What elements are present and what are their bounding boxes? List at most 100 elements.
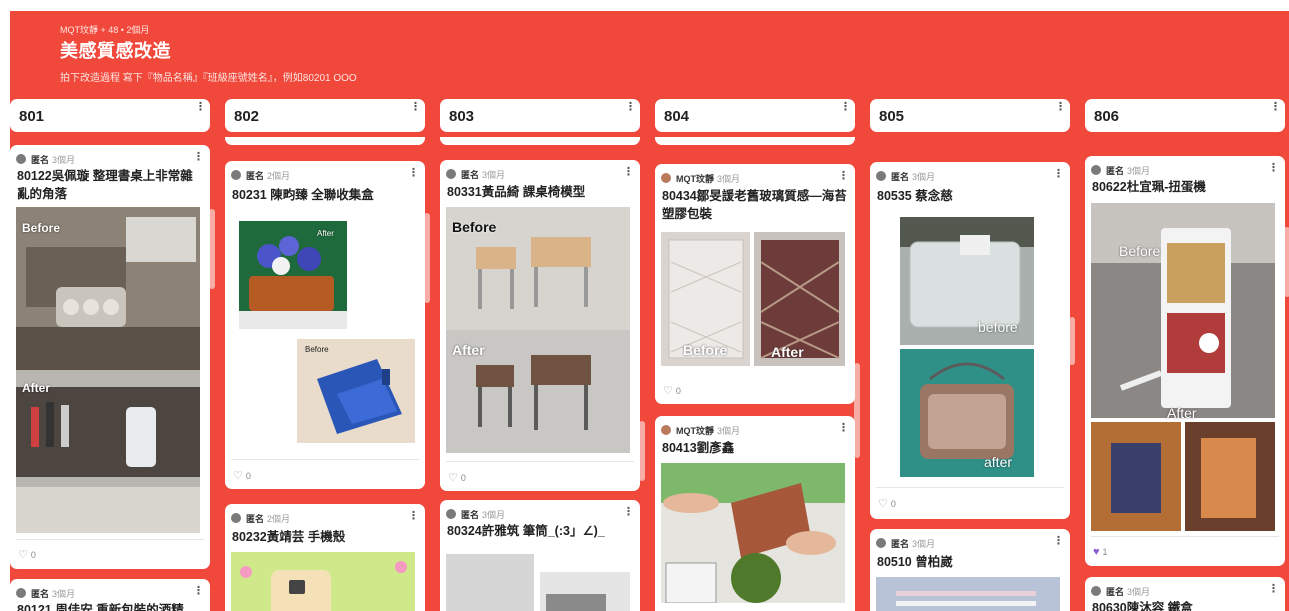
column-header[interactable]: 801 ⋮ [10,99,210,132]
like-count: 0 [460,472,466,483]
post-card[interactable]: 匿名 3個月 ⋮ 80324許雅筑 筆筒_(:3」∠)_ [440,500,640,611]
like-button[interactable]: ♡ 0 [878,497,896,510]
post-card[interactable]: MQT玟靜 3個月 ⋮ 80413劉彥鑫 [655,416,855,611]
post-image[interactable]: Before After [661,232,845,366]
more-vertical-icon[interactable]: ⋮ [623,507,634,518]
more-vertical-icon[interactable]: ⋮ [840,102,851,113]
before-label: Before [1119,243,1161,259]
post-image[interactable]: Before After [16,207,200,533]
column-header[interactable]: 803 ⋮ [440,99,640,132]
after-label: After [1167,405,1197,421]
heart-icon[interactable]: ♡ [663,384,673,397]
post-time: 3個月 [1127,586,1151,597]
more-vertical-icon[interactable]: ⋮ [623,167,634,178]
heart-icon[interactable]: ♡ [18,548,28,561]
author-name: 匿名 [891,171,910,182]
post-image-before[interactable]: Before [297,339,415,443]
post-card-partial[interactable] [655,137,855,145]
column-803: 803 ⋮ 匿名 3個月 ⋮ 80331黃品綺 課桌椅模型 Before Aft… [440,99,640,611]
post-card[interactable]: 匿名 3個月 ⋮ 80535 蔡念慈 before after ♡ 0 [870,162,1070,519]
post-card[interactable]: 匿名 3個月 ⋮ 80630陳沐容 鐵盒 [1085,577,1285,611]
post-card[interactable]: 匿名 2個月 ⋮ 80232黃靖芸 手機殼 [225,504,425,611]
author-name: 匿名 [1106,586,1125,597]
before-photo [297,339,415,443]
post-author: 匿名 3個月 [446,508,505,520]
heart-icon[interactable]: ♡ [878,497,888,510]
more-vertical-icon[interactable]: ⋮ [1053,536,1064,547]
more-vertical-icon[interactable]: ⋮ [410,102,421,113]
heart-icon[interactable]: ♥ [1093,546,1100,558]
column-header[interactable]: 804 ⋮ [655,99,855,132]
column-header[interactable]: 802 ⋮ [225,99,425,132]
post-image-after[interactable]: after [900,349,1034,477]
board-header: MQT玟靜 + 48 • 2個月 美感質感改造 拍下改造過程 寫下『物品名稱』『… [60,23,357,84]
post-image-before[interactable]: before [900,217,1034,345]
column-802: 802 ⋮ 匿名 2個月 ⋮ 80231 陳畇臻 全聯收集盒 After Bef… [225,99,425,611]
post-time: 3個月 [482,169,506,180]
scrollbar[interactable] [639,421,645,481]
more-vertical-icon[interactable]: ⋮ [193,152,204,163]
post-card[interactable]: 匿名 3個月 ⋮ 80622杜宜珮-扭蛋機 Before After ♥ 1 [1085,156,1285,566]
post-image-after[interactable]: After [239,221,347,329]
heart-icon[interactable]: ♡ [233,469,243,482]
post-time: 3個月 [482,509,506,520]
before-label: before [978,319,1018,335]
divider [876,487,1064,488]
more-vertical-icon[interactable]: ⋮ [838,171,849,182]
divider [446,461,634,462]
avatar [16,588,26,598]
more-vertical-icon[interactable]: ⋮ [625,102,636,113]
more-vertical-icon[interactable]: ⋮ [193,586,204,597]
post-card-partial[interactable] [440,137,640,145]
more-vertical-icon[interactable]: ⋮ [1053,169,1064,180]
like-count: 1 [1102,547,1108,557]
post-author: 匿名 3個月 [876,537,935,549]
more-vertical-icon[interactable]: ⋮ [838,423,849,434]
column-header[interactable]: 806 ⋮ [1085,99,1285,132]
post-image[interactable] [231,552,415,611]
like-button[interactable]: ♡ 0 [233,469,251,482]
post-card[interactable]: 匿名 2個月 ⋮ 80231 陳畇臻 全聯收集盒 After Before ♡ … [225,161,425,489]
more-vertical-icon[interactable]: ⋮ [408,168,419,179]
avatar [1091,586,1101,596]
post-card[interactable]: 匿名 3個月 ⋮ 80122吳佩璇 整理書桌上非常雜亂的角落 Before Af… [10,145,210,569]
more-vertical-icon[interactable]: ⋮ [1055,102,1066,113]
like-button[interactable]: ♡ 0 [18,548,36,561]
post-card-partial[interactable] [225,137,425,145]
post-image[interactable] [661,463,845,603]
author-name: 匿名 [461,509,480,520]
post-card[interactable]: 匿名 3個月 ⋮ 80121 周佳安 重新包裝的酒精 [10,579,210,611]
like-button[interactable]: ♡ 0 [663,384,681,397]
more-vertical-icon[interactable]: ⋮ [1268,163,1279,174]
column-title: 803 [449,108,475,125]
board-meta: MQT玟靜 + 48 • 2個月 [60,25,150,35]
scrollbar[interactable] [209,209,215,289]
post-image[interactable]: Before After [446,207,630,453]
like-button[interactable]: ♥ 1 [1093,546,1108,558]
divider [231,459,419,460]
scrollbar[interactable] [1284,227,1289,297]
scrollbar[interactable] [1069,317,1075,365]
more-vertical-icon[interactable]: ⋮ [195,102,206,113]
more-vertical-icon[interactable]: ⋮ [1268,584,1279,595]
more-vertical-icon[interactable]: ⋮ [408,511,419,522]
post-image[interactable] [876,577,1060,611]
post-card[interactable]: MQT玟靜 3個月 ⋮ 80434鄒旻諼老舊玻璃質感—海苔塑膠包裝 Before … [655,164,855,404]
heart-icon[interactable]: ♡ [448,471,458,484]
post-card[interactable]: 匿名 3個月 ⋮ 80510 曾柏崴 [870,529,1070,611]
post-image[interactable]: Before After [1091,203,1275,531]
after-photo [900,349,1034,477]
more-vertical-icon[interactable]: ⋮ [1270,102,1281,113]
scrollbar[interactable] [424,213,430,303]
column-header[interactable]: 805 ⋮ [870,99,1070,132]
scrollbar[interactable] [854,363,860,458]
like-count: 0 [890,498,896,509]
post-card[interactable]: 匿名 3個月 ⋮ 80331黃品綺 課桌椅模型 Before After ♡ 0 [440,160,640,491]
post-time: 2個月 [267,170,291,181]
avatar [876,171,886,181]
post-author: MQT玟靜 3個月 [661,424,740,436]
post-image[interactable] [446,554,630,611]
like-button[interactable]: ♡ 0 [448,471,466,484]
avatar [1091,165,1101,175]
post-title: 80630陳沐容 鐵盒 [1092,601,1193,611]
